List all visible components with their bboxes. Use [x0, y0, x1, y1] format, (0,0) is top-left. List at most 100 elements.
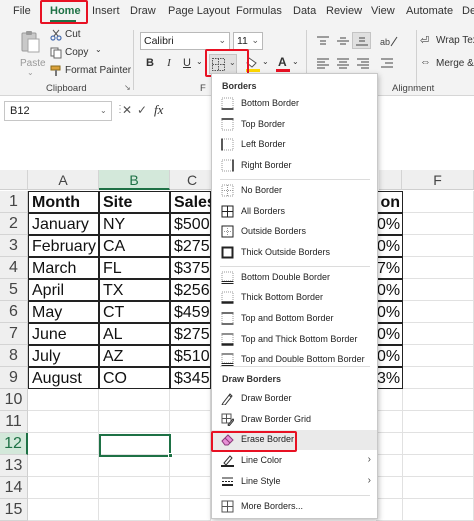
- empty-cell[interactable]: [403, 279, 474, 301]
- empty-cell[interactable]: [376, 411, 403, 433]
- menu-item-all-borders[interactable]: All Borders: [212, 202, 377, 222]
- table-cell[interactable]: NY: [99, 213, 170, 235]
- menu-item-draw-border[interactable]: Draw Border: [212, 389, 377, 409]
- empty-cell[interactable]: [170, 499, 211, 521]
- empty-cell[interactable]: [99, 477, 170, 499]
- table-cell[interactable]: January: [28, 213, 99, 235]
- table-cell[interactable]: CO: [99, 367, 170, 389]
- empty-cell[interactable]: [403, 257, 474, 279]
- paste-button[interactable]: Paste ⌄: [16, 30, 46, 77]
- tab-review[interactable]: Review: [326, 5, 362, 17]
- menu-item-more-borders[interactable]: More Borders...: [212, 497, 377, 517]
- name-box[interactable]: B12: [4, 101, 112, 121]
- column-header-f[interactable]: F: [402, 170, 474, 190]
- empty-cell[interactable]: [403, 191, 474, 213]
- tab-view[interactable]: View: [371, 5, 395, 17]
- menu-item-bottom-double-border[interactable]: Bottom Double Border: [212, 268, 377, 288]
- font-color-dropdown-arrow-icon[interactable]: ⌄: [292, 57, 299, 66]
- empty-cell[interactable]: [403, 213, 474, 235]
- empty-cell[interactable]: [403, 323, 474, 345]
- empty-cell[interactable]: [376, 477, 403, 499]
- indent-icon[interactable]: [380, 57, 394, 69]
- cancel-icon[interactable]: ✕: [122, 103, 132, 117]
- orientation-icon[interactable]: ab: [380, 34, 398, 48]
- empty-cell[interactable]: [28, 499, 99, 521]
- empty-cell[interactable]: [403, 345, 474, 367]
- empty-cell[interactable]: [376, 433, 403, 455]
- align-center-icon[interactable]: [336, 57, 350, 69]
- table-cell[interactable]: AL: [99, 323, 170, 345]
- empty-cell[interactable]: [170, 455, 211, 477]
- empty-cell[interactable]: [403, 389, 474, 411]
- underline-dropdown-arrow-icon[interactable]: ⌄: [196, 57, 203, 66]
- tab-data[interactable]: Data: [293, 5, 316, 17]
- font-color-button[interactable]: A: [276, 55, 290, 72]
- empty-cell[interactable]: [403, 433, 474, 455]
- table-cell[interactable]: 0%: [376, 279, 403, 301]
- table-cell[interactable]: February: [28, 235, 99, 257]
- row-header-8[interactable]: 8: [0, 345, 28, 367]
- row-header-3[interactable]: 3: [0, 235, 28, 257]
- empty-cell[interactable]: [99, 389, 170, 411]
- name-box-dropdown-icon[interactable]: ⌄: [100, 106, 107, 115]
- enter-icon[interactable]: ✓: [137, 103, 147, 117]
- tab-draw[interactable]: Draw: [130, 5, 156, 17]
- table-header-cell[interactable]: on: [376, 191, 403, 213]
- empty-cell[interactable]: [28, 477, 99, 499]
- empty-cell[interactable]: [28, 433, 99, 455]
- align-top-icon[interactable]: [316, 35, 330, 47]
- column-header-c[interactable]: C: [170, 170, 215, 190]
- cut-button[interactable]: Cut: [50, 29, 110, 43]
- empty-cell[interactable]: [28, 389, 99, 411]
- tab-page-layout[interactable]: Page Layout: [168, 5, 230, 17]
- empty-cell[interactable]: [403, 455, 474, 477]
- font-size-combo[interactable]: 11 ⌄: [233, 32, 263, 50]
- table-cell[interactable]: July: [28, 345, 99, 367]
- row-header-11[interactable]: 11: [0, 411, 28, 433]
- table-cell[interactable]: August: [28, 367, 99, 389]
- align-bottom-button[interactable]: [352, 32, 371, 49]
- row-header-10[interactable]: 10: [0, 389, 28, 411]
- merge-center-button[interactable]: ⇔ Merge &: [420, 56, 474, 71]
- row-header-5[interactable]: 5: [0, 279, 28, 301]
- wrap-text-button[interactable]: ⏎ Wrap Tex: [420, 34, 474, 48]
- table-header-cell[interactable]: Site: [99, 191, 170, 213]
- empty-cell[interactable]: [99, 455, 170, 477]
- tab-formulas[interactable]: Formulas: [236, 5, 282, 17]
- menu-item-line-style[interactable]: Line Style ›: [212, 472, 377, 492]
- underline-button[interactable]: U: [180, 57, 194, 69]
- row-header-7[interactable]: 7: [0, 323, 28, 345]
- table-cell[interactable]: 0%: [376, 323, 403, 345]
- table-cell[interactable]: CA: [99, 235, 170, 257]
- table-cell[interactable]: May: [28, 301, 99, 323]
- empty-cell[interactable]: [170, 389, 211, 411]
- table-cell[interactable]: TX: [99, 279, 170, 301]
- paste-dropdown-arrow[interactable]: ⌄: [27, 68, 34, 77]
- align-left-icon[interactable]: [316, 57, 330, 69]
- tab-insert[interactable]: Insert: [92, 5, 120, 17]
- empty-cell[interactable]: [28, 455, 99, 477]
- menu-item-no-border[interactable]: No Border: [212, 181, 377, 201]
- row-header-4[interactable]: 4: [0, 257, 28, 279]
- format-painter-button[interactable]: Format Painter: [50, 65, 131, 79]
- copy-dropdown-arrow[interactable]: ⌄: [95, 45, 102, 54]
- table-header-cell[interactable]: Sales: [170, 191, 211, 213]
- selected-cell-b12[interactable]: [99, 434, 171, 457]
- table-cell[interactable]: 0%: [376, 301, 403, 323]
- empty-cell[interactable]: [403, 499, 474, 521]
- menu-item-left-border[interactable]: Left Border: [212, 135, 377, 155]
- empty-cell[interactable]: [170, 477, 211, 499]
- insert-function-icon[interactable]: fx: [154, 102, 163, 118]
- empty-cell[interactable]: [376, 499, 403, 521]
- empty-cell[interactable]: [99, 411, 170, 433]
- table-cell[interactable]: April: [28, 279, 99, 301]
- empty-cell[interactable]: [170, 433, 211, 455]
- align-right-icon[interactable]: [356, 57, 370, 69]
- menu-item-thick-bottom-border[interactable]: Thick Bottom Border: [212, 288, 377, 308]
- table-cell[interactable]: $256,: [170, 279, 211, 301]
- tab-automate[interactable]: Automate: [406, 5, 453, 17]
- row-header-15[interactable]: 15: [0, 499, 28, 521]
- empty-cell[interactable]: [403, 301, 474, 323]
- font-name-combo[interactable]: Calibri ⌄: [140, 32, 230, 50]
- empty-cell[interactable]: [403, 477, 474, 499]
